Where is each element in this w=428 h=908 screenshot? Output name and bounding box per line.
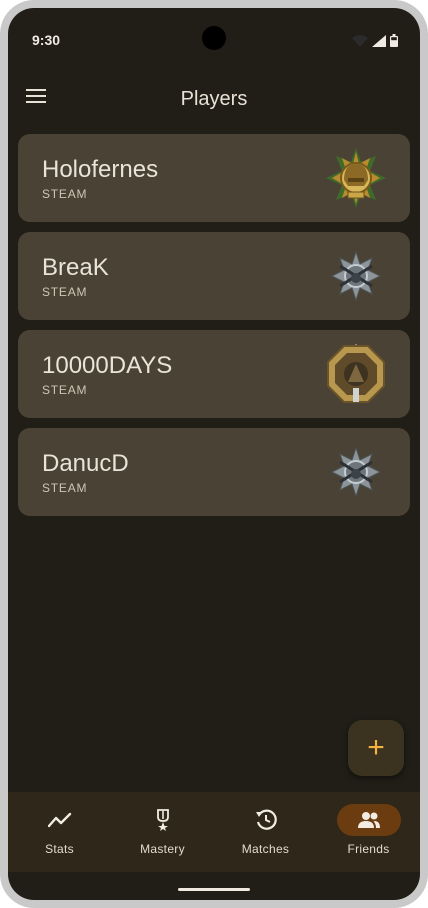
page-title: Players — [180, 88, 248, 110]
gesture-bar[interactable] — [178, 888, 250, 891]
player-card[interactable]: 10000DAYS STEAM — [18, 330, 410, 418]
player-list: Holofernes STEAM BreaK STEAM 10000DAYS S… — [18, 134, 410, 526]
nav-label: Friends — [347, 842, 390, 856]
player-platform: STEAM — [42, 187, 88, 201]
nav-label: Stats — [45, 842, 74, 856]
plus-icon: + — [367, 731, 385, 764]
mastery-icon — [156, 809, 169, 831]
friends-icon — [357, 812, 380, 828]
screen: 9:30 Players Holofernes STEAM BreaK STEA… — [8, 8, 420, 900]
player-card[interactable]: DanucD STEAM — [18, 428, 410, 516]
player-card[interactable]: Holofernes STEAM — [18, 134, 410, 222]
player-name: DanucD — [42, 450, 129, 477]
nav-indicator — [336, 804, 401, 836]
silver-crossed-rifles-badge-icon — [330, 446, 382, 498]
player-platform: STEAM — [42, 383, 88, 397]
bottom-navigation: Stats Mastery Matches Friends — [8, 792, 420, 872]
nav-indicator — [131, 804, 195, 836]
wifi-icon — [352, 34, 368, 47]
nav-item-stats[interactable]: Stats — [8, 792, 111, 872]
signal-icon — [372, 34, 386, 47]
gold-helmet-rank-badge-icon — [326, 148, 386, 208]
battery-icon — [390, 34, 398, 47]
nav-indicator — [28, 804, 92, 836]
nav-item-friends[interactable]: Friends — [317, 792, 420, 872]
player-name: BreaK — [42, 254, 109, 281]
top-app-bar: Players — [8, 68, 420, 132]
player-platform: STEAM — [42, 481, 88, 495]
bronze-octagon-badge-icon — [327, 344, 385, 403]
player-name: 10000DAYS — [42, 352, 173, 379]
nav-indicator — [234, 804, 298, 836]
player-name: Holofernes — [42, 156, 159, 183]
player-card[interactable]: BreaK STEAM — [18, 232, 410, 320]
player-platform: STEAM — [42, 285, 88, 299]
nav-item-matches[interactable]: Matches — [214, 792, 317, 872]
status-time: 9:30 — [32, 32, 61, 48]
nav-label: Mastery — [140, 842, 185, 856]
status-bar: 9:30 — [8, 8, 420, 64]
device-frame: 9:30 Players Holofernes STEAM BreaK STEA… — [0, 0, 428, 908]
nav-item-mastery[interactable]: Mastery — [111, 792, 214, 872]
status-icons — [352, 34, 398, 47]
camera-cutout — [202, 26, 226, 50]
history-icon — [255, 809, 277, 830]
stats-icon — [47, 812, 71, 828]
add-player-button[interactable]: + — [348, 720, 404, 776]
nav-label: Matches — [241, 842, 290, 856]
silver-crossed-rifles-badge-icon — [330, 250, 382, 302]
